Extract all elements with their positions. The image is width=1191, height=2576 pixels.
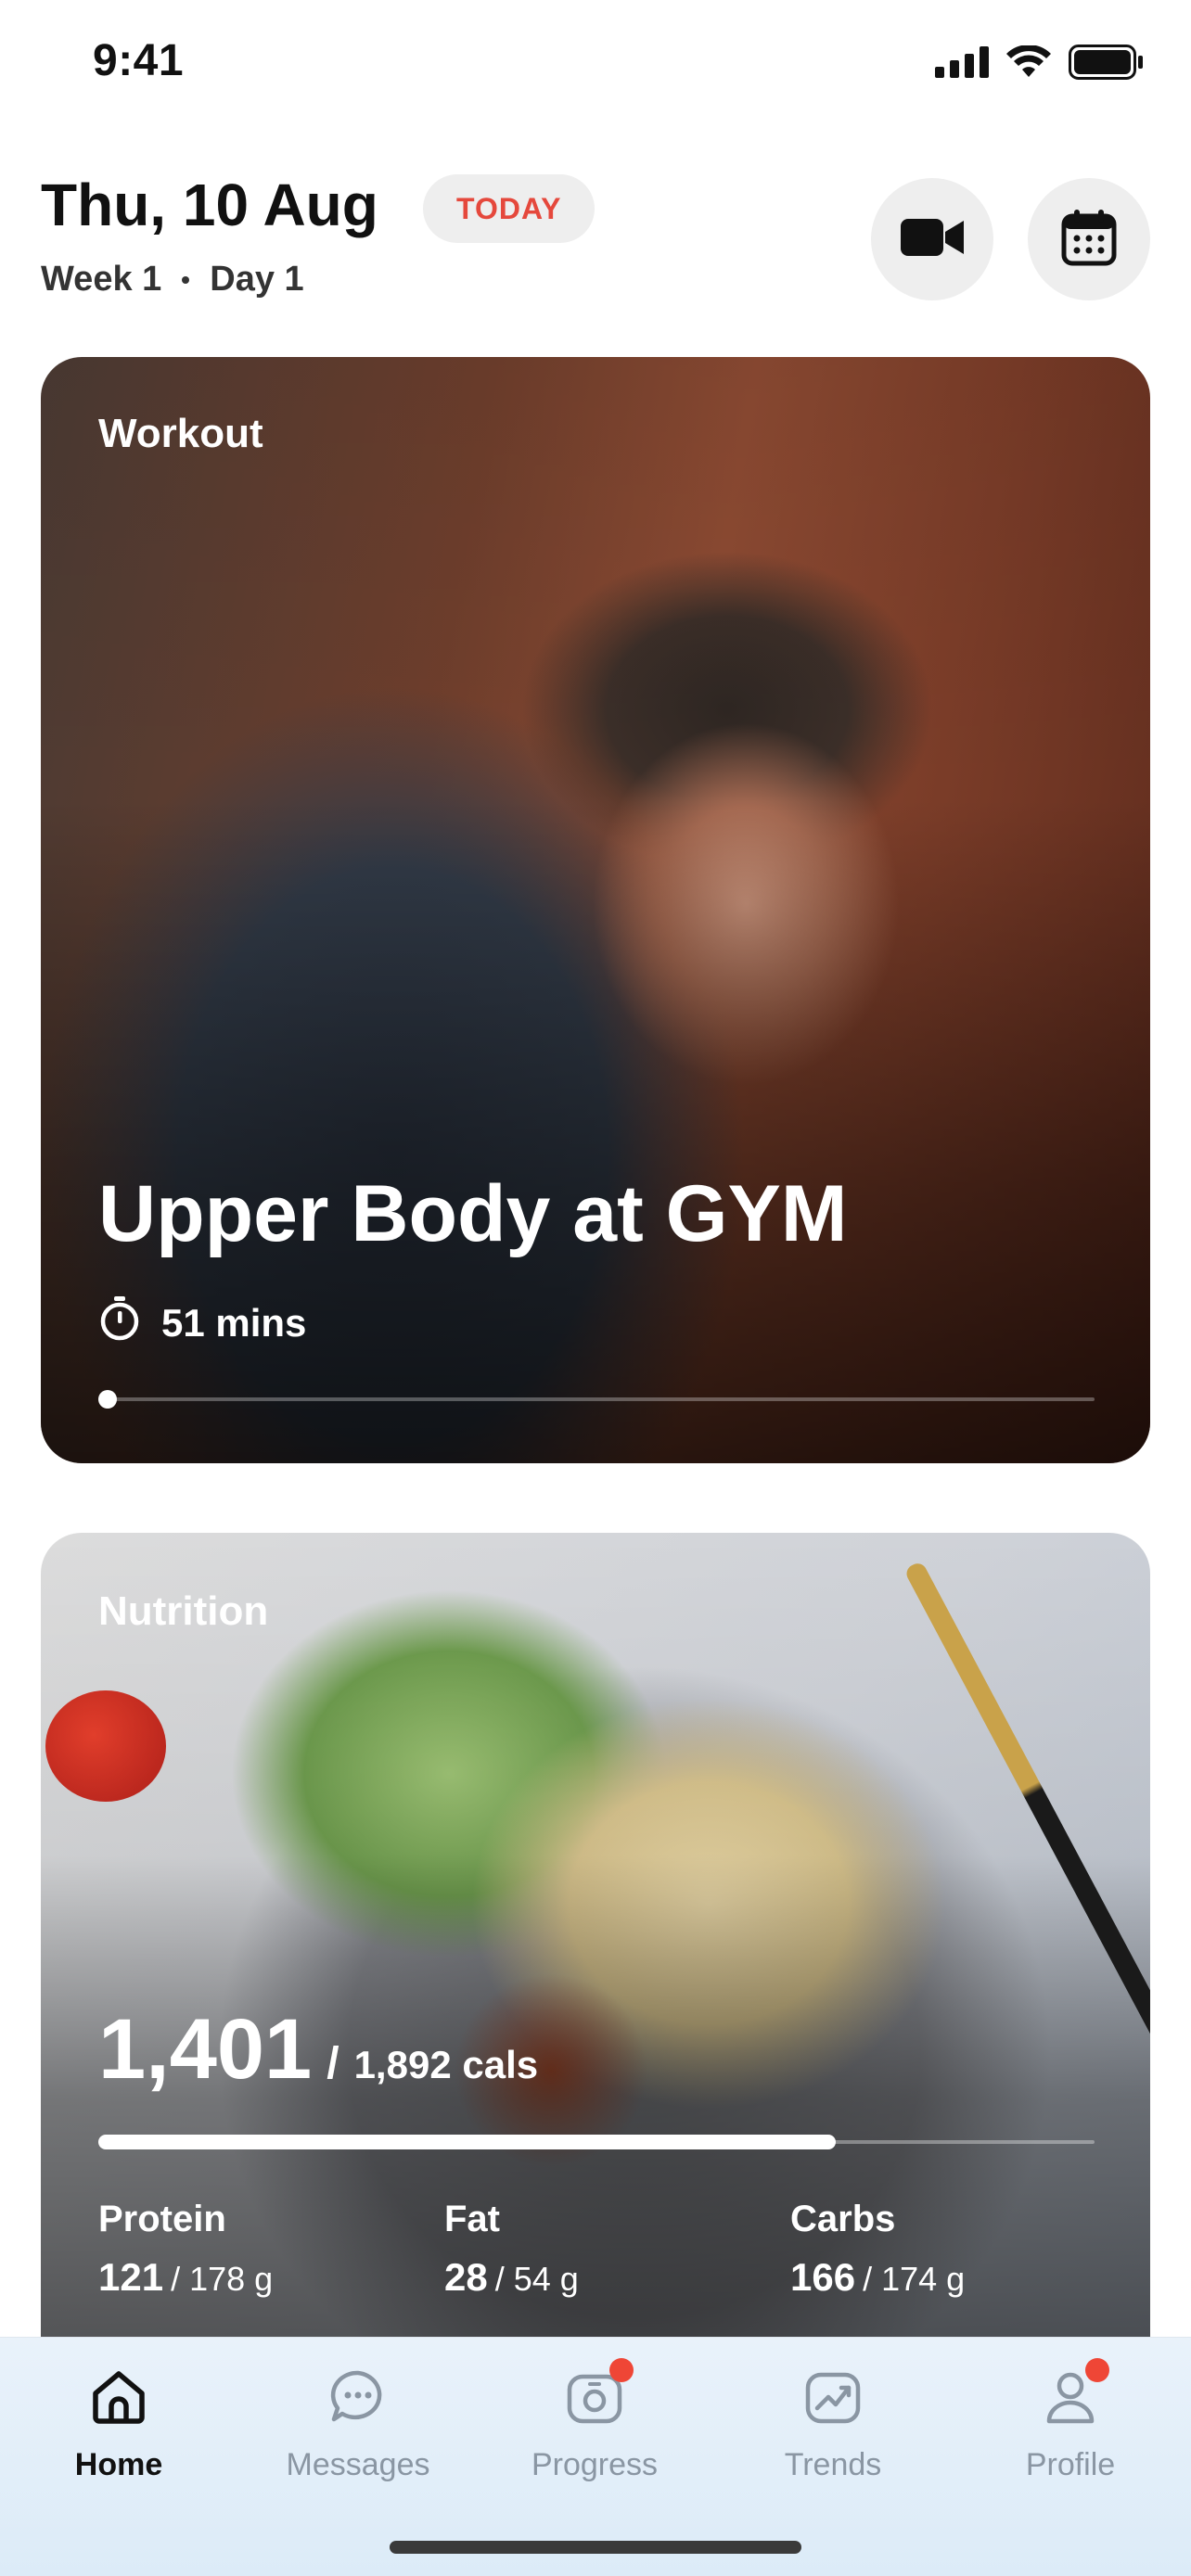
calendar-icon (1061, 209, 1117, 271)
tab-label: Home (74, 2447, 163, 2482)
tab-home[interactable]: Home (17, 2364, 221, 2503)
profile-icon (1037, 2358, 1109, 2430)
tab-profile[interactable]: Profile (968, 2358, 1172, 2503)
macro-name: Fat (444, 2199, 500, 2239)
macro-fat: Fat 28 / 54 g (444, 2199, 579, 2300)
status-icons (935, 45, 1145, 80)
duration-text: 51 mins (161, 1301, 307, 1345)
calories-slash: / (327, 2039, 339, 2088)
macro-name: Protein (98, 2199, 226, 2239)
home-icon (85, 2364, 152, 2430)
macro-value: 28 / 54 g (444, 2255, 579, 2300)
macro-name: Carbs (790, 2199, 896, 2239)
messages-icon (325, 2364, 391, 2430)
macro-carbs: Carbs 166 / 174 g (790, 2199, 965, 2300)
status-bar: 9:41 (0, 0, 1191, 130)
workout-title: Upper Body at GYM (98, 1169, 848, 1258)
calendar-button[interactable] (1028, 178, 1150, 300)
macro-current: 166 (790, 2255, 856, 2299)
macro-current: 28 (444, 2255, 488, 2299)
page-title: Thu, 10 Aug (41, 172, 378, 238)
tab-messages[interactable]: Messages (256, 2364, 460, 2503)
timer-icon (98, 1295, 141, 1351)
tab-label: Trends (784, 2447, 882, 2482)
calories-progress-fill (98, 2135, 836, 2149)
macro-target: / 174 g (863, 2260, 966, 2298)
today-badge[interactable]: TODAY (423, 174, 596, 243)
macro-value: 166 / 174 g (790, 2255, 965, 2300)
video-button[interactable] (871, 178, 993, 300)
calories-progress-bar (98, 2135, 1095, 2149)
macro-value: 121 / 178 g (98, 2255, 273, 2300)
workout-progress-bar (98, 1390, 1095, 1409)
notification-dot (1085, 2358, 1109, 2382)
week-day-line: Week 1 Day 1 (41, 260, 304, 300)
notification-dot (609, 2358, 634, 2382)
workout-label: Workout (98, 411, 263, 456)
wifi-icon (1005, 45, 1052, 79)
calories-consumed: 1,401 (98, 2002, 313, 2097)
day-label: Day 1 (210, 260, 304, 299)
battery-icon (1069, 45, 1145, 80)
separator-dot (182, 275, 190, 284)
tab-progress[interactable]: Progress (493, 2358, 697, 2503)
workout-progress-indicator (98, 1390, 117, 1409)
calories-target: 1,892 cals (353, 2043, 539, 2086)
tab-trends[interactable]: Trends (731, 2364, 935, 2503)
tab-label: Progress (531, 2447, 659, 2482)
workout-duration: 51 mins (98, 1295, 306, 1351)
workout-card[interactable]: Workout Upper Body at GYM 51 mins (41, 357, 1150, 1463)
date-header: Thu, 10 Aug TODAY Week 1 Day 1 (41, 167, 1150, 315)
macro-target: / 54 g (494, 2260, 579, 2298)
week-label: Week 1 (41, 260, 162, 299)
progress-camera-icon (561, 2358, 634, 2430)
home-indicator (390, 2541, 801, 2554)
tab-label: Messages (286, 2447, 430, 2482)
nutrition-label: Nutrition (98, 1588, 269, 1634)
macro-protein: Protein 121 / 178 g (98, 2199, 273, 2300)
signal-icon (935, 46, 989, 78)
video-camera-icon (899, 213, 966, 266)
status-time: 9:41 (93, 36, 185, 85)
calories-summary: 1,401 / 1,892 cals (98, 2001, 538, 2098)
tab-label: Profile (1025, 2447, 1116, 2482)
macro-current: 121 (98, 2255, 164, 2299)
nutrition-card[interactable]: Nutrition 1,401 / 1,892 cals Protein 121… (41, 1533, 1150, 2340)
trends-icon (800, 2364, 866, 2430)
macro-target: / 178 g (171, 2260, 274, 2298)
